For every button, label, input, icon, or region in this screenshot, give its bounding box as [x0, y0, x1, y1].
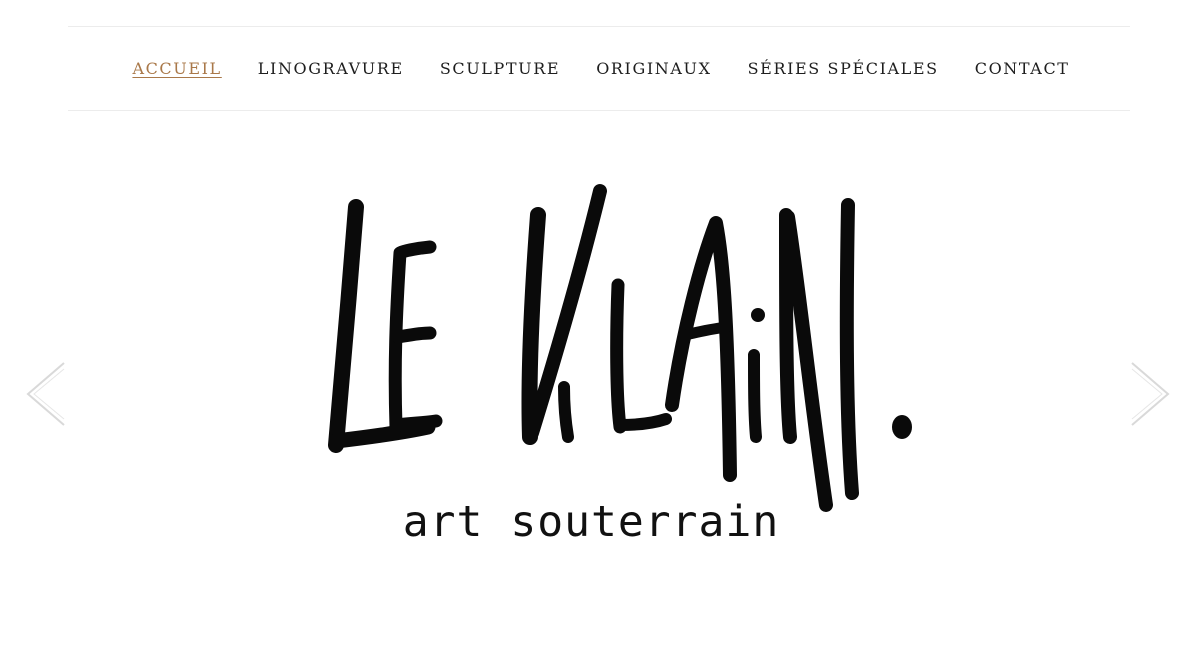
- chevron-right-icon: [1131, 362, 1170, 426]
- nav-item-accueil[interactable]: ACCUEIL: [132, 59, 221, 79]
- slider-prev-button[interactable]: [22, 361, 68, 427]
- nav-item-originaux[interactable]: ORIGINAUX: [596, 59, 711, 79]
- nav-menu: ACCUEIL LINOGRAVURE SCULPTURE ORIGINAUX …: [68, 59, 1130, 79]
- nav-item-linogravure[interactable]: LINOGRAVURE: [258, 59, 404, 79]
- nav-item-series-speciales[interactable]: SÉRIES SPÉCIALES: [748, 59, 939, 79]
- nav-item-contact[interactable]: CONTACT: [975, 59, 1070, 79]
- slider-next-button[interactable]: [1128, 361, 1174, 427]
- hero-slider: art souterrain: [0, 111, 1200, 662]
- tagline: art souterrain: [402, 497, 780, 547]
- nav-item-sculpture[interactable]: SCULPTURE: [440, 59, 560, 79]
- chevron-left-icon: [26, 362, 65, 426]
- main-navigation: ACCUEIL LINOGRAVURE SCULPTURE ORIGINAUX …: [68, 26, 1130, 111]
